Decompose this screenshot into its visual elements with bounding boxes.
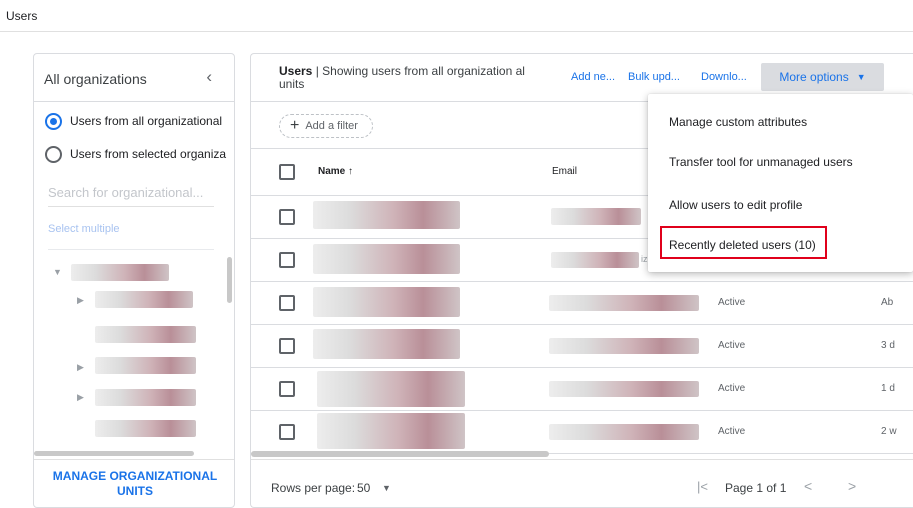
- page-indicator: Page 1 of 1: [725, 481, 787, 495]
- users-table-title: Users | Showing users from all organizat…: [279, 65, 541, 91]
- rows-per-page-select[interactable]: 50: [357, 481, 370, 495]
- table-row[interactable]: Active 3 d: [251, 325, 913, 368]
- tree-collapse-icon[interactable]: ▼: [53, 267, 62, 277]
- tree-expand-icon[interactable]: ▶: [77, 362, 84, 373]
- user-name[interactable]: [313, 244, 460, 274]
- menu-item-recently-deleted-users[interactable]: Recently deleted users (10): [669, 238, 816, 252]
- org-unit-root[interactable]: [71, 264, 169, 281]
- user-email: [549, 295, 699, 311]
- menu-item-allow-edit-profile[interactable]: Allow users to edit profile: [669, 198, 802, 212]
- tree-expand-icon[interactable]: ▶: [77, 295, 84, 306]
- plus-icon: +: [290, 117, 300, 134]
- user-status: Active: [718, 383, 746, 394]
- last-sign-in: 3 d: [881, 340, 895, 351]
- user-name[interactable]: [313, 287, 460, 317]
- last-sign-in: Ab: [881, 297, 894, 308]
- more-options-button[interactable]: More options ▼: [761, 63, 884, 91]
- row-checkbox[interactable]: [279, 209, 295, 225]
- menu-item-manage-custom-attributes[interactable]: Manage custom attributes: [669, 115, 807, 129]
- user-email: [549, 381, 699, 397]
- caret-down-icon[interactable]: ▼: [382, 483, 391, 493]
- chevron-right-icon[interactable]: >: [848, 478, 856, 494]
- more-options-menu: Manage custom attributes Transfer tool f…: [648, 94, 913, 272]
- user-email: [551, 208, 641, 225]
- table-row[interactable]: Active 2 w: [251, 411, 913, 454]
- chevron-left-icon[interactable]: <: [804, 478, 812, 494]
- title-bold: Users: [279, 64, 313, 78]
- user-email: [549, 424, 699, 440]
- org-unit-item[interactable]: [95, 291, 193, 308]
- table-row[interactable]: Active Ab: [251, 282, 913, 325]
- download-button[interactable]: Downlo...: [701, 71, 747, 83]
- row-checkbox[interactable]: [279, 252, 295, 268]
- radio-selected-org-units[interactable]: Users from selected organiza: [45, 144, 226, 164]
- org-units-panel: All organizations ‹ Users from all organ…: [33, 53, 235, 508]
- bulk-update-button[interactable]: Bulk upd...: [628, 71, 680, 83]
- page-title: Users: [6, 9, 38, 23]
- select-multiple-link[interactable]: Select multiple: [48, 223, 120, 235]
- column-name-label: Name: [318, 166, 346, 177]
- horizontal-scrollbar[interactable]: [34, 451, 194, 456]
- first-page-icon[interactable]: |<: [697, 479, 708, 494]
- row-checkbox[interactable]: [279, 424, 295, 440]
- row-checkbox[interactable]: [279, 381, 295, 397]
- user-status: Active: [718, 297, 746, 308]
- rows-per-page-label: Rows per page:: [271, 481, 356, 495]
- org-panel-title: All organizations: [44, 71, 147, 87]
- user-name[interactable]: [313, 329, 460, 359]
- chevron-left-icon[interactable]: ‹: [206, 67, 212, 87]
- org-panel-header: All organizations ‹: [34, 54, 234, 102]
- radio-selected-label: Users from selected organiza: [70, 147, 227, 161]
- user-status: Active: [718, 340, 746, 351]
- org-unit-item[interactable]: [95, 357, 196, 374]
- org-unit-item[interactable]: [95, 389, 196, 406]
- add-filter-button[interactable]: + Add a filter: [279, 114, 373, 138]
- user-email: [551, 252, 639, 268]
- vertical-scrollbar[interactable]: [227, 257, 232, 303]
- divider: [251, 459, 913, 460]
- title-rest: | Showing users from all organization al…: [279, 64, 525, 91]
- user-name[interactable]: [317, 413, 465, 449]
- user-name[interactable]: [313, 201, 460, 229]
- user-email: [549, 338, 699, 354]
- radio-checked-icon[interactable]: [45, 112, 62, 130]
- divider: [34, 459, 234, 460]
- manage-button-line2: UNITS: [117, 484, 153, 498]
- manage-button-line1: MANAGE ORGANIZATIONAL: [52, 469, 218, 483]
- user-email-suffix: iz: [641, 254, 648, 264]
- add-new-user-button[interactable]: Add ne...: [571, 71, 615, 83]
- manage-org-units-button[interactable]: MANAGE ORGANIZATIONAL UNITS: [34, 469, 234, 499]
- caret-down-icon: ▼: [856, 72, 866, 82]
- org-unit-search-input[interactable]: Search for organizational...: [48, 185, 214, 207]
- radio-all-label: Users from all organizational: [70, 114, 223, 128]
- last-sign-in: 2 w: [881, 426, 897, 437]
- row-checkbox[interactable]: [279, 338, 295, 354]
- more-options-label: More options: [779, 70, 849, 84]
- column-email-header[interactable]: Email: [552, 166, 577, 177]
- last-sign-in: 1 d: [881, 383, 895, 394]
- add-filter-label: Add a filter: [305, 120, 358, 132]
- table-row[interactable]: Active 1 d: [251, 368, 913, 411]
- arrow-up-icon: ↑: [348, 166, 354, 177]
- user-status: Active: [718, 426, 746, 437]
- menu-item-transfer-tool[interactable]: Transfer tool for unmanaged users: [669, 155, 853, 169]
- select-all-checkbox[interactable]: [279, 164, 295, 180]
- divider: [48, 249, 214, 250]
- row-checkbox[interactable]: [279, 295, 295, 311]
- horizontal-scrollbar[interactable]: [251, 451, 549, 457]
- radio-all-org-units[interactable]: Users from all organizational: [45, 111, 222, 131]
- org-unit-item[interactable]: [95, 420, 196, 437]
- org-unit-item[interactable]: [95, 326, 196, 343]
- top-bar: Users: [0, 0, 913, 32]
- user-name[interactable]: [317, 371, 465, 407]
- column-name-header[interactable]: Name ↑: [318, 166, 353, 177]
- radio-unchecked-icon[interactable]: [45, 145, 62, 163]
- tree-expand-icon[interactable]: ▶: [77, 392, 84, 403]
